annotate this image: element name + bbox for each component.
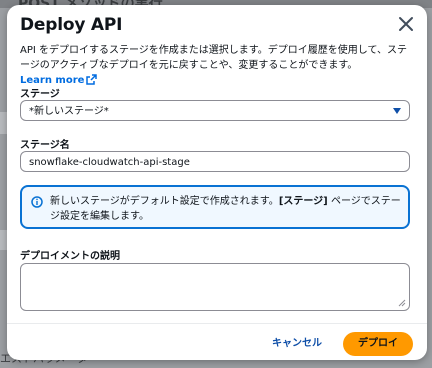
description-text: API をデプロイするステージを作成または選択します。デプロイ履歴を使用して、ス… bbox=[20, 45, 407, 71]
deployment-description-textarea[interactable] bbox=[20, 263, 410, 311]
deployment-description-label: デプロイメントの説明 bbox=[20, 251, 120, 262]
external-link-icon bbox=[86, 74, 98, 85]
caret-down-icon bbox=[393, 108, 401, 114]
close-icon[interactable] bbox=[395, 13, 417, 35]
deploy-button[interactable]: デプロイ bbox=[343, 332, 413, 356]
stage-name-value: snowflake-cloudwatch-api-stage bbox=[29, 157, 190, 168]
info-icon bbox=[31, 196, 43, 208]
info-alert: 新しいステージがデフォルト設定で作成されます。[ステージ] ページでステージ設定… bbox=[20, 185, 410, 229]
stage-name-label: ステージ名 bbox=[20, 140, 70, 151]
cancel-button[interactable]: キャンセル bbox=[261, 332, 333, 356]
footer-divider bbox=[7, 323, 427, 324]
resize-grip-icon[interactable] bbox=[398, 299, 406, 307]
dialog-description: API をデプロイするステージを作成または選択します。デプロイ履歴を使用して、ス… bbox=[20, 43, 415, 88]
deploy-api-dialog: Deploy API API をデプロイするステージを作成または選択します。デプ… bbox=[7, 5, 427, 360]
stage-select[interactable]: *新しいステージ* bbox=[20, 100, 410, 121]
info-text-prefix: 新しいステージがデフォルト設定で作成されます。 bbox=[50, 196, 279, 207]
stage-name-input[interactable]: snowflake-cloudwatch-api-stage bbox=[20, 151, 410, 172]
stage-select-value: *新しいステージ* bbox=[29, 106, 109, 117]
stage-label: ステージ bbox=[20, 89, 60, 100]
dialog-title: Deploy API bbox=[20, 15, 123, 35]
info-alert-text: 新しいステージがデフォルト設定で作成されます。[ステージ] ページでステージ設定… bbox=[50, 194, 402, 224]
info-text-stage: [ステージ] bbox=[278, 196, 328, 207]
